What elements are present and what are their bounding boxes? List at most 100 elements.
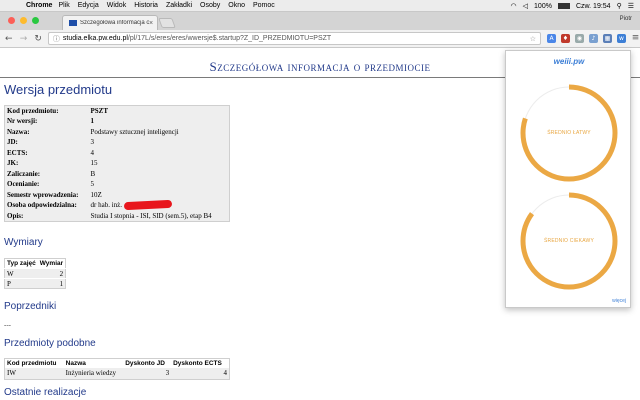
info-value: 4	[90, 148, 95, 157]
menubar-item-widok[interactable]: Widok	[107, 2, 126, 9]
column-header: Dyskonto ECTS	[173, 360, 222, 367]
chrome-menu-icon[interactable]: ≡	[631, 34, 640, 43]
battery-icon[interactable]	[557, 3, 570, 9]
menubar-item-edycja[interactable]: Edycja	[78, 2, 99, 9]
menubar-clock[interactable]: Czw. 19:54	[576, 3, 611, 10]
browser-toolbar: ← → ↻ ⓘ studia.elka.pw.edu.pl /pl/17L/s/…	[0, 30, 640, 48]
window-controls	[8, 17, 39, 24]
volume-icon[interactable]: ◁	[523, 2, 528, 10]
table-row: JK: 15	[5, 158, 230, 169]
table-row: ECTS: 4	[5, 148, 230, 159]
tab-favicon-icon	[69, 20, 77, 26]
info-key: Osoba odpowiedzialna:	[7, 201, 77, 210]
cell: 4	[171, 368, 230, 379]
podobne-table: Kod przedmiotu Nazwa Dyskonto JD Dyskont…	[4, 358, 230, 380]
extensions-area: A ♦ ◉ ♪ ▦ w ≡	[547, 34, 640, 43]
weiii-logo[interactable]: weiii.pw	[506, 57, 632, 66]
info-key: Kod przedmiotu:	[7, 107, 59, 115]
address-bar[interactable]: ⓘ studia.elka.pw.edu.pl /pl/17L/s/eres/e…	[47, 32, 541, 45]
menubar-item-osoby[interactable]: Osoby	[200, 2, 220, 9]
difficulty-gauge-label: ŚREDNIO ŁATWY	[547, 130, 591, 136]
info-value: Studia I stopnia - ISI, SID (sem.5), eta…	[90, 211, 212, 220]
menubar-item-okno[interactable]: Okno	[228, 2, 245, 9]
info-key: JD:	[7, 138, 18, 147]
section-heading-ostatnie: Ostatnie realizacje	[4, 387, 87, 398]
info-key: Nazwa:	[7, 127, 30, 136]
menubar-item-pomoc[interactable]: Pomoc	[253, 2, 275, 9]
spotlight-icon[interactable]: ⚲	[617, 2, 622, 10]
extension-weiii-icon[interactable]: w	[617, 34, 626, 43]
menubar-app-name[interactable]: Chrome	[26, 2, 52, 9]
url-path: /pl/17L/s/eres/eres/wwersje$.startup?Z_I…	[127, 35, 332, 42]
extension-grid-icon[interactable]: ▦	[603, 34, 612, 43]
cell: P	[4, 278, 38, 289]
cell: 1	[37, 278, 66, 289]
table-row: Zaliczanie: B	[5, 169, 230, 180]
info-key: Ocenianie:	[7, 180, 40, 189]
extension-shield-icon[interactable]: ♦	[561, 34, 570, 43]
section-heading-wymiary: Wymiary	[4, 237, 43, 248]
menubar-item-zakladki[interactable]: Zakładki	[166, 2, 192, 9]
info-value: 10Z	[90, 190, 102, 199]
info-value: 15	[90, 159, 98, 168]
battery-percent[interactable]: 100%	[534, 3, 552, 10]
table-row: JD: 3	[5, 137, 230, 148]
mac-menubar: Chrome Plik Edycja Widok Historia Zakład…	[0, 0, 640, 12]
cell: IW	[4, 368, 64, 379]
weiii-extension-popup: weiii.pw ŚREDNIO ŁATWY ŚREDNIO CIEKAWY w…	[505, 50, 631, 308]
info-value: PSZT	[90, 107, 109, 115]
tab-title: Szczegółowa informacja o prze	[80, 20, 149, 26]
section-heading-poprzedniki: Poprzedniki	[4, 301, 57, 312]
interest-gauge-label: ŚREDNIO CIEKAWY	[543, 238, 595, 244]
extension-globe-icon[interactable]: ◉	[575, 34, 584, 43]
table-row: Nazwa: Podstawy sztucznej inteligencji	[5, 127, 230, 138]
info-value: Podstawy sztucznej inteligencji	[90, 127, 179, 136]
cell: 2	[37, 268, 66, 279]
redaction-mark	[123, 200, 173, 211]
new-tab-button[interactable]	[158, 18, 176, 28]
profile-name[interactable]: Piotr	[620, 16, 632, 22]
wifi-icon[interactable]: ◠	[511, 2, 517, 10]
table-header-row: Typ zajęć Wymiar	[4, 258, 66, 269]
bookmark-star-icon[interactable]: ☆	[530, 35, 536, 43]
info-value: dr hab. inż.	[90, 201, 123, 210]
info-value: B	[90, 169, 96, 178]
column-header: Typ zajęć	[4, 258, 38, 269]
column-header: Dyskonto JD	[125, 360, 165, 367]
info-key: Opis:	[7, 211, 24, 220]
back-arrow-icon[interactable]: ←	[3, 34, 15, 44]
menubar-item-plik[interactable]: Plik	[58, 2, 69, 9]
close-window-icon[interactable]	[8, 17, 15, 24]
column-header: Nazwa	[65, 360, 86, 367]
table-header-row: Kod przedmiotu Nazwa Dyskonto JD Dyskont…	[5, 359, 230, 369]
wymiary-table: Typ zajęć Wymiar W2 P1	[4, 258, 67, 289]
extension-bell-icon[interactable]: ♪	[589, 34, 598, 43]
info-value: 3	[90, 138, 95, 147]
table-row: Osoba odpowiedzialna: dr hab. inż.	[5, 200, 230, 211]
menubar-item-historia[interactable]: Historia	[134, 2, 158, 9]
info-value-person: dr hab. inż.	[89, 200, 230, 211]
table-row: Nr wersji: 1	[5, 116, 230, 127]
poprzedniki-empty: ---	[4, 321, 11, 329]
zoom-window-icon[interactable]	[32, 17, 39, 24]
tab-close-icon[interactable]: ×	[149, 20, 157, 27]
table-row: P1	[4, 278, 66, 289]
info-key: JK:	[7, 159, 19, 168]
more-link[interactable]: więcej	[612, 298, 626, 304]
page-info-icon[interactable]: ⓘ	[53, 34, 60, 44]
info-value: 5	[90, 180, 95, 189]
minimize-window-icon[interactable]	[20, 17, 27, 24]
cell: W	[4, 268, 38, 279]
table-row: W2	[4, 268, 66, 279]
menubar-status-area: ◠ ◁ 100% Czw. 19:54 ⚲ ☰	[511, 0, 634, 12]
reload-icon[interactable]: ↻	[32, 34, 44, 44]
forward-arrow-icon[interactable]: →	[18, 34, 30, 44]
extension-translate-icon[interactable]: A	[547, 34, 556, 43]
info-value: 1	[90, 117, 95, 126]
table-row: Ocenianie: 5	[5, 179, 230, 190]
section-heading-wersja: Wersja przedmiotu	[4, 82, 113, 97]
info-key: Zaliczanie:	[7, 169, 41, 178]
browser-tab-active[interactable]: Szczegółowa informacja o prze ×	[62, 15, 158, 30]
column-header: Kod przedmiotu	[7, 360, 57, 367]
notification-center-icon[interactable]: ☰	[628, 2, 634, 10]
